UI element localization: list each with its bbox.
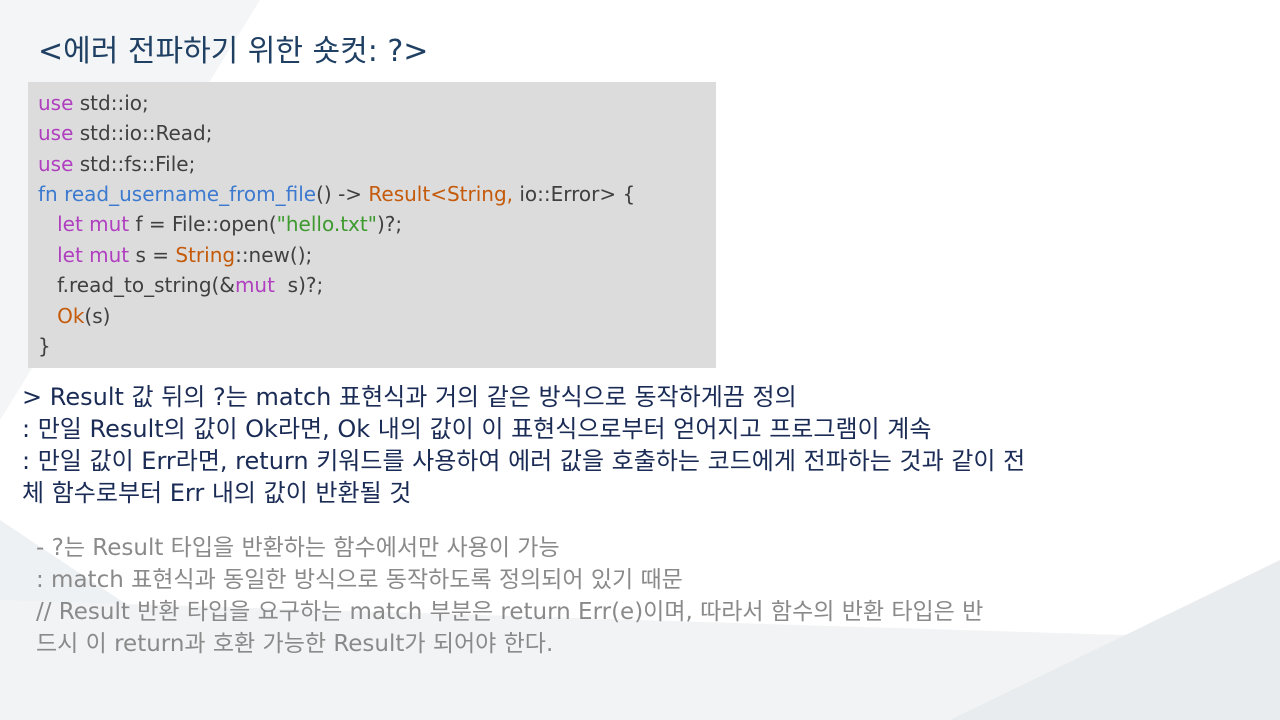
description-line: : 만일 값이 Err라면, return 키워드를 사용하여 에러 값을 호출… <box>22 447 1026 475</box>
code-text: )?; <box>376 212 403 236</box>
note-line: - ?는 Result 타입을 반환하는 함수에서만 사용이 가능 <box>36 535 560 561</box>
code-text: ::new(); <box>235 243 313 267</box>
code-keyword: use <box>38 121 74 145</box>
note-line: : match 표현식과 동일한 방식으로 동작하도록 정의되어 있기 때문 <box>36 567 683 593</box>
code-line-2: use std::io::Read; <box>38 120 212 146</box>
code-line-5: let mut f = File::open("hello.txt")?; <box>38 211 402 237</box>
code-keyword: fn <box>38 182 58 206</box>
code-text: s = <box>129 243 176 267</box>
code-keyword: let mut <box>57 243 130 267</box>
code-text: f.read_to_string(& <box>38 273 235 297</box>
code-line-9: } <box>38 334 51 358</box>
code-type: String <box>175 243 236 267</box>
code-keyword: use <box>38 152 74 176</box>
code-text: s)?; <box>274 273 324 297</box>
code-text: std::fs::File; <box>73 152 196 176</box>
note-line: // Result 반환 타입을 요구하는 match 부분은 return E… <box>36 599 984 625</box>
code-text: (s) <box>84 304 111 328</box>
description-block: > Result 값 뒤의 ?는 match 표현식과 거의 같은 방식으로 동… <box>22 381 1025 509</box>
note-block: - ?는 Result 타입을 반환하는 함수에서만 사용이 가능 : matc… <box>36 532 983 660</box>
code-type: Ok <box>57 304 85 328</box>
code-keyword: use <box>38 91 74 115</box>
note-line: 드시 이 return과 호환 가능한 Result가 되어야 한다. <box>36 631 554 657</box>
code-text: f = File::open( <box>129 212 277 236</box>
description-line: 체 함수로부터 Err 내의 값이 반환될 것 <box>22 479 412 507</box>
code-type: Result<String, <box>368 182 514 206</box>
description-line: : 만일 Result의 값이 Ok라면, Ok 내의 값이 이 표현식으로부터… <box>22 415 932 443</box>
code-line-6: let mut s = String::new(); <box>38 242 312 268</box>
code-text: () -> <box>316 182 369 206</box>
code-line-1: use std::io; <box>38 90 149 116</box>
code-line-8: Ok(s) <box>38 303 110 329</box>
code-line-3: use std::fs::File; <box>38 151 195 177</box>
code-string: "hello.txt" <box>276 212 377 236</box>
code-block: use std::io; use std::io::Read; use std:… <box>28 82 716 368</box>
code-line-4: fn read_username_from_file() -> Result<S… <box>38 181 635 207</box>
code-line-7: f.read_to_string(&mut s)?; <box>38 272 323 298</box>
code-keyword: let mut <box>57 212 130 236</box>
code-text: std::io; <box>73 91 149 115</box>
description-line: > Result 값 뒤의 ?는 match 표현식과 거의 같은 방식으로 동… <box>22 383 797 411</box>
code-text: io::Error> { <box>513 182 636 206</box>
code-function-name: read_username_from_file <box>64 182 317 206</box>
code-keyword: mut <box>234 273 275 297</box>
code-text: std::io::Read; <box>73 121 213 145</box>
slide-title: <에러 전파하기 위한 숏컷: ?> <box>38 34 429 69</box>
